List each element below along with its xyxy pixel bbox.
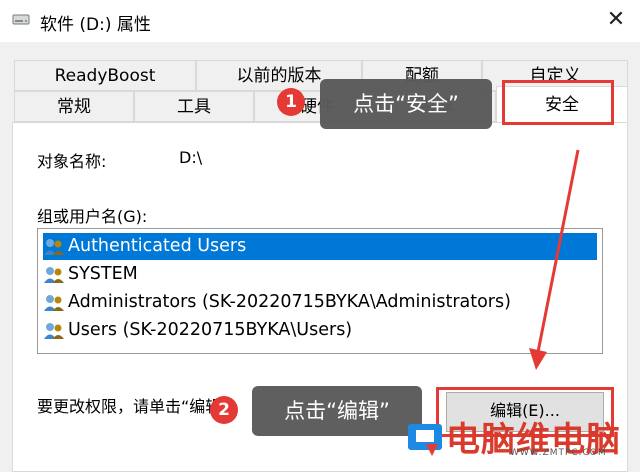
user-group-icon bbox=[44, 294, 64, 311]
security-tab-highlight bbox=[502, 80, 614, 125]
user-name: SYSTEM bbox=[68, 264, 138, 284]
step1-badge: 1 bbox=[277, 88, 305, 116]
tab-label: ReadyBoost bbox=[54, 66, 156, 86]
list-item[interactable]: Administrators (SK-20220715BYKA\Administ… bbox=[43, 289, 511, 316]
title-bar: 软件 (D:) 属性 ✕ bbox=[0, 0, 640, 42]
groups-label: 组或用户名(G): bbox=[37, 207, 148, 226]
list-item[interactable]: Users (SK-20220715BYKA\Users) bbox=[43, 317, 352, 344]
tab-general[interactable]: 常规 bbox=[14, 91, 134, 122]
tab-tools[interactable]: 工具 bbox=[134, 91, 254, 122]
tab-readyboost[interactable]: ReadyBoost bbox=[14, 60, 196, 91]
user-name: Users (SK-20220715BYKA\Users) bbox=[68, 320, 353, 340]
close-icon: ✕ bbox=[606, 7, 626, 32]
list-item[interactable]: SYSTEM bbox=[43, 261, 138, 288]
tab-label: 常规 bbox=[57, 97, 91, 117]
step2-badge: 2 bbox=[210, 396, 238, 424]
user-group-icon bbox=[44, 266, 64, 283]
step1-callout: 点击“安全” bbox=[320, 79, 492, 129]
object-name-value: D:\ bbox=[179, 148, 203, 167]
watermark-url: WWW.ZMTPC.COM bbox=[510, 448, 607, 458]
change-permission-text: 要更改权限，请单击“编辑” bbox=[37, 397, 230, 416]
tab-label: 工具 bbox=[177, 97, 211, 117]
step2-text: 点击“编辑” bbox=[284, 399, 390, 423]
user-name: Authenticated Users bbox=[68, 236, 247, 256]
step1-text: 点击“安全” bbox=[353, 92, 459, 116]
step1-number: 1 bbox=[285, 92, 297, 112]
drive-icon bbox=[12, 14, 30, 25]
user-group-icon bbox=[44, 322, 64, 339]
step2-number: 2 bbox=[218, 400, 230, 420]
list-item[interactable]: Authenticated Users bbox=[43, 233, 597, 260]
object-name-label: 对象名称: bbox=[37, 152, 107, 171]
users-listbox[interactable]: Authenticated Users SYSTEM Administrator… bbox=[37, 228, 603, 354]
close-button[interactable]: ✕ bbox=[596, 4, 636, 36]
tab-label: 以前的版本 bbox=[236, 66, 322, 86]
window-title: 软件 (D:) 属性 bbox=[40, 15, 151, 35]
user-name: Administrators (SK-20220715BYKA\Administ… bbox=[68, 292, 511, 312]
user-group-icon bbox=[44, 238, 64, 255]
step2-callout: 点击“编辑” bbox=[252, 386, 422, 436]
